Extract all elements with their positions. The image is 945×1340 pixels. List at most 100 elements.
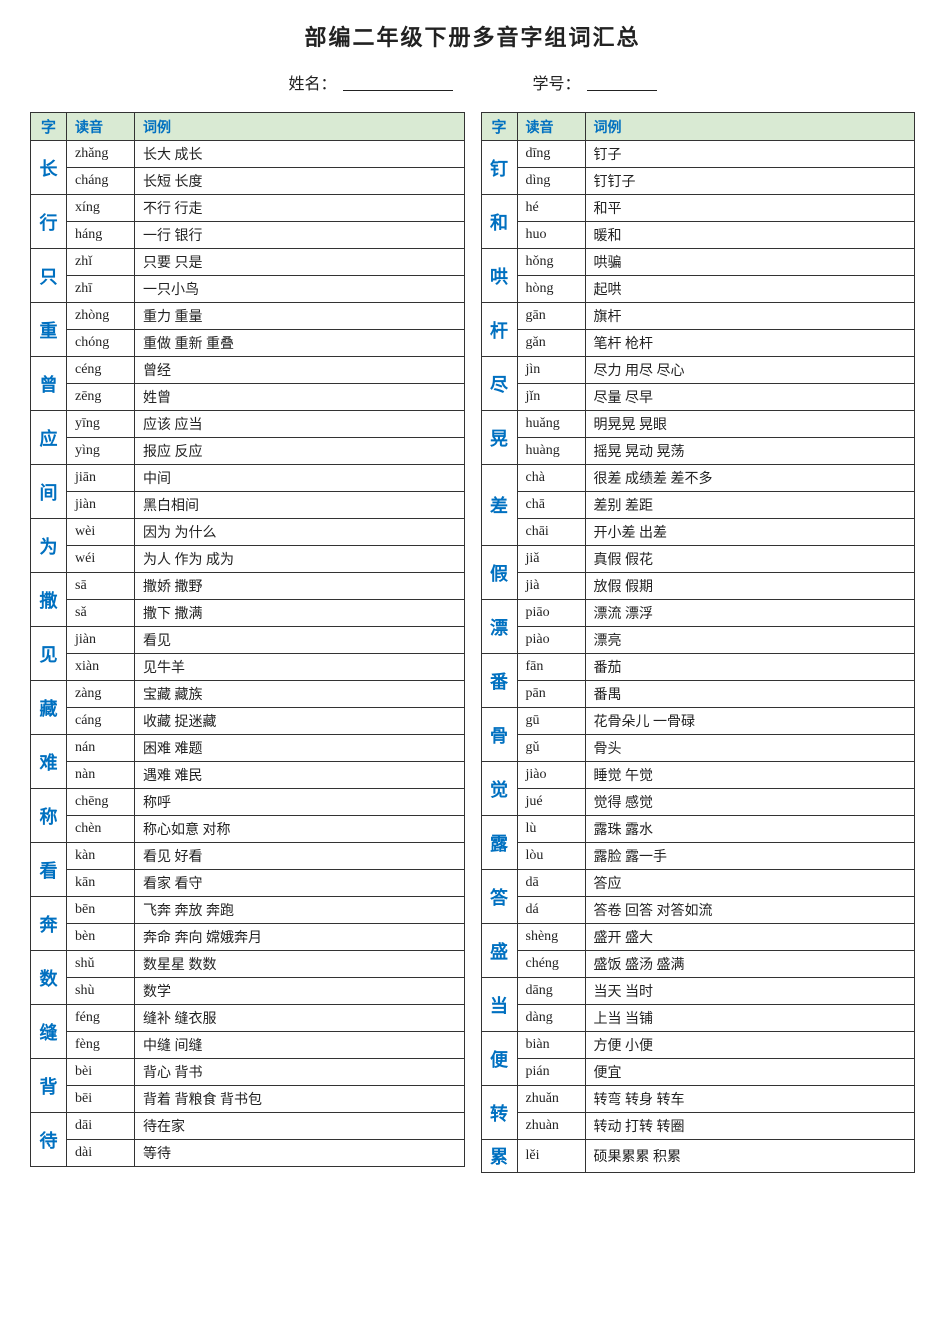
pinyin-cell: dīng [517,141,585,168]
table-row: 和hé和平 [481,195,915,222]
example-cell: 姓曾 [135,384,465,411]
table-row: 待dāi待在家 [31,1113,465,1140]
table-row: jué觉得 感觉 [481,789,915,816]
pinyin-cell: nàn [67,762,135,789]
example-cell: 看见 好看 [135,843,465,870]
char-cell: 撒 [31,573,67,627]
pinyin-cell: jiàn [67,492,135,519]
example-cell: 一行 银行 [135,222,465,249]
pinyin-cell: zēng [67,384,135,411]
pinyin-cell: zhī [67,276,135,303]
example-cell: 应该 应当 [135,411,465,438]
pinyin-cell: jià [517,573,585,600]
example-cell: 摇晃 晃动 晃荡 [585,438,915,465]
table-row: bēi背着 背粮食 背书包 [31,1086,465,1113]
example-cell: 等待 [135,1140,465,1167]
table-row: 累lěi硕果累累 积累 [481,1140,915,1173]
example-cell: 露脸 露一手 [585,843,915,870]
example-cell: 称呼 [135,789,465,816]
example-cell: 长短 长度 [135,168,465,195]
char-cell: 答 [481,870,517,924]
student-name-label: 姓名： [288,70,452,94]
pinyin-cell: jiān [67,465,135,492]
pinyin-cell: kān [67,870,135,897]
pinyin-cell: chà [517,465,585,492]
char-cell: 长 [31,141,67,195]
table-row: dài等待 [31,1140,465,1167]
pinyin-cell: dài [67,1140,135,1167]
char-cell: 累 [481,1140,517,1173]
pinyin-cell: chéng [517,951,585,978]
student-id-label: 学号： [533,70,657,94]
example-cell: 为人 作为 成为 [135,546,465,573]
table-row: chā差别 差距 [481,492,915,519]
right-table: 字读音词例钉dīng钉子dìng钉钉子和hé和平huo暖和哄hǒng哄骗hòng… [481,112,916,1173]
pinyin-cell: zhǐ [67,249,135,276]
example-cell: 黑白相间 [135,492,465,519]
example-cell: 盛饭 盛汤 盛满 [585,951,915,978]
pinyin-cell: sā [67,573,135,600]
char-cell: 假 [481,546,517,600]
left-table: 字读音词例长zhǎng长大 成长cháng长短 长度行xíng不行 行走háng… [30,112,465,1167]
example-cell: 硕果累累 积累 [585,1140,915,1173]
pinyin-cell: pān [517,681,585,708]
table-row: 难nán困难 难题 [31,735,465,762]
table-row: 便biàn方便 小便 [481,1032,915,1059]
example-cell: 看见 [135,627,465,654]
example-cell: 宝藏 藏族 [135,681,465,708]
table-row: zhī一只小鸟 [31,276,465,303]
table-row: 假jiǎ真假 假花 [481,546,915,573]
char-cell: 盛 [481,924,517,978]
char-cell: 数 [31,951,67,1005]
table-row: yìng报应 反应 [31,438,465,465]
pinyin-cell: kàn [67,843,135,870]
table-row: huàng摇晃 晃动 晃荡 [481,438,915,465]
pinyin-cell: zàng [67,681,135,708]
char-cell: 间 [31,465,67,519]
table-row: 差chà很差 成绩差 差不多 [481,465,915,492]
char-cell: 尽 [481,357,517,411]
table-row: chāi开小差 出差 [481,519,915,546]
table-row: 数shǔ数星星 数数 [31,951,465,978]
example-cell: 报应 反应 [135,438,465,465]
pinyin-cell: piāo [517,600,585,627]
table-header-1: 读音 [517,113,585,141]
char-cell: 当 [481,978,517,1032]
char-cell: 应 [31,411,67,465]
table-header-0: 字 [481,113,517,141]
example-cell: 旗杆 [585,303,915,330]
pinyin-cell: jǐn [517,384,585,411]
example-cell: 重力 重量 [135,303,465,330]
example-cell: 上当 当铺 [585,1005,915,1032]
table-row: chóng重做 重新 重叠 [31,330,465,357]
example-cell: 撒下 撒满 [135,600,465,627]
table-row: 应yīng应该 应当 [31,411,465,438]
pinyin-cell: jìn [517,357,585,384]
pinyin-cell: fèng [67,1032,135,1059]
table-row: 骨gū花骨朵儿 一骨碌 [481,708,915,735]
pinyin-cell: dàng [517,1005,585,1032]
pinyin-cell: shǔ [67,951,135,978]
table-header-1: 读音 [67,113,135,141]
char-cell: 骨 [481,708,517,762]
example-cell: 见牛羊 [135,654,465,681]
example-cell: 起哄 [585,276,915,303]
pinyin-cell: hé [517,195,585,222]
table-row: 撒sā撒娇 撒野 [31,573,465,600]
table-row: 为wèi因为 为什么 [31,519,465,546]
example-cell: 真假 假花 [585,546,915,573]
pinyin-cell: lěi [517,1140,585,1173]
example-cell: 缝补 缝衣服 [135,1005,465,1032]
pinyin-cell: dāi [67,1113,135,1140]
pinyin-cell: piào [517,627,585,654]
table-row: zēng姓曾 [31,384,465,411]
table-row: gǔ骨头 [481,735,915,762]
example-cell: 背着 背粮食 背书包 [135,1086,465,1113]
example-cell: 中间 [135,465,465,492]
char-cell: 差 [481,465,517,546]
example-cell: 只要 只是 [135,249,465,276]
table-row: 长zhǎng长大 成长 [31,141,465,168]
example-cell: 飞奔 奔放 奔跑 [135,897,465,924]
table-row: 番fān番茄 [481,654,915,681]
table-row: 转zhuǎn转弯 转身 转车 [481,1086,915,1113]
